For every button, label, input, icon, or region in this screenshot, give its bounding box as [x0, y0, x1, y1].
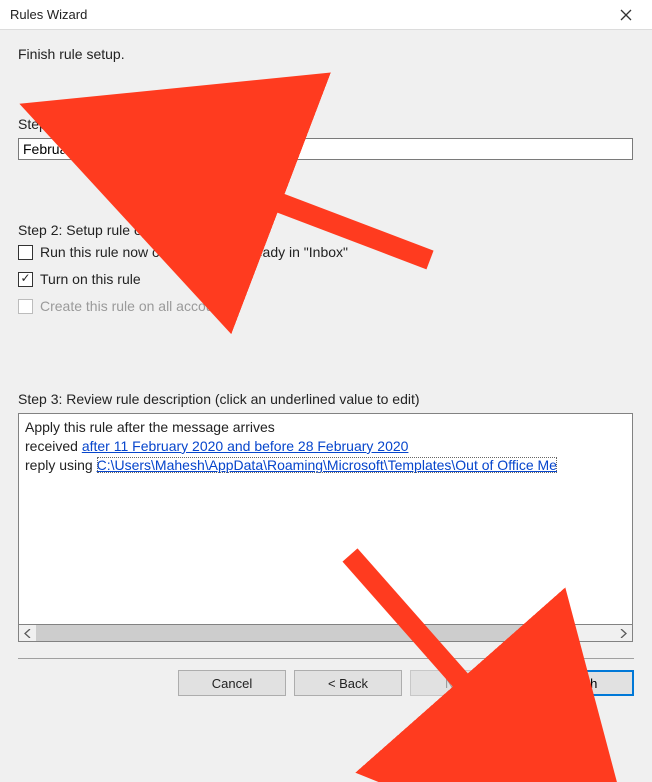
- rule-description-box: Apply this rule after the message arrive…: [18, 413, 633, 625]
- scroll-right-icon[interactable]: [615, 625, 632, 641]
- checkbox-icon[interactable]: [18, 272, 33, 287]
- next-button: Next >: [410, 670, 518, 696]
- close-icon[interactable]: [606, 1, 646, 29]
- all-accounts-label: Create this rule on all accounts: [40, 298, 232, 314]
- step1-label: Step 1: Specify a name for this rule: [18, 116, 634, 132]
- desc-line-1: Apply this rule after the message arrive…: [25, 418, 626, 437]
- desc-line-2: received after 11 February 2020 and befo…: [25, 437, 626, 456]
- run-now-label: Run this rule now on messages already in…: [40, 244, 348, 260]
- checkbox-icon: [18, 299, 33, 314]
- horizontal-scrollbar[interactable]: [18, 625, 633, 642]
- checkbox-icon[interactable]: [18, 245, 33, 260]
- date-range-link[interactable]: after 11 February 2020 and before 28 Feb…: [82, 438, 409, 454]
- run-now-row[interactable]: Run this rule now on messages already in…: [18, 244, 634, 260]
- template-path-link[interactable]: C:\Users\Mahesh\AppData\Roaming\Microsof…: [97, 457, 557, 473]
- scrollbar-thumb[interactable]: [36, 625, 569, 641]
- finish-button[interactable]: Finish: [526, 670, 634, 696]
- rule-name-input[interactable]: [18, 138, 633, 160]
- button-bar: Cancel < Back Next > Finish: [0, 659, 652, 696]
- step2-label: Step 2: Setup rule options: [18, 222, 634, 238]
- turn-on-row[interactable]: Turn on this rule: [18, 271, 634, 287]
- turn-on-label: Turn on this rule: [40, 271, 141, 287]
- desc-line-3: reply using C:\Users\Mahesh\AppData\Roam…: [25, 456, 626, 475]
- all-accounts-row: Create this rule on all accounts: [18, 298, 634, 314]
- scroll-left-icon[interactable]: [19, 625, 36, 641]
- window-title: Rules Wizard: [10, 7, 606, 22]
- scrollbar-track[interactable]: [36, 625, 615, 641]
- cancel-button[interactable]: Cancel: [178, 670, 286, 696]
- titlebar: Rules Wizard: [0, 0, 652, 30]
- back-button[interactable]: < Back: [294, 670, 402, 696]
- finish-rule-setup-label: Finish rule setup.: [18, 46, 634, 62]
- step3-label: Step 3: Review rule description (click a…: [18, 391, 634, 407]
